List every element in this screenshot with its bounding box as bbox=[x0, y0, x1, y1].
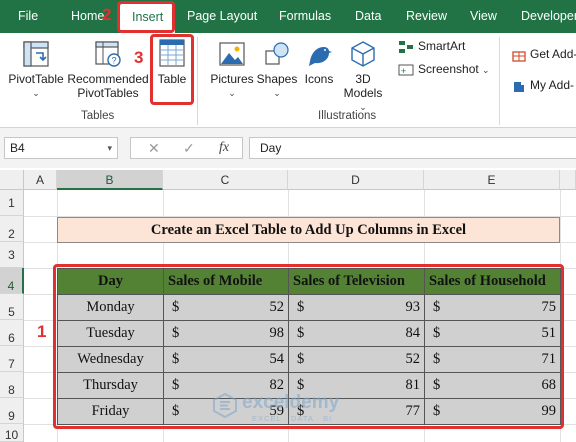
illustrations-group-label: Illustrations bbox=[318, 110, 377, 122]
chevron-down-icon[interactable]: ▾ bbox=[107, 138, 112, 158]
tab-home[interactable]: Home bbox=[71, 0, 104, 33]
tab-developer[interactable]: Developer bbox=[521, 0, 576, 33]
group-divider bbox=[499, 37, 500, 125]
smartart-button[interactable]: SmartArt bbox=[398, 39, 465, 54]
my-addins-button[interactable]: My Add- bbox=[512, 78, 574, 93]
tab-file[interactable]: File bbox=[18, 0, 38, 33]
icons-button[interactable]: Icons bbox=[300, 39, 338, 86]
pivot-table-icon bbox=[23, 41, 49, 67]
column-header-f[interactable] bbox=[560, 170, 576, 190]
cube-icon bbox=[351, 41, 375, 67]
store-icon bbox=[512, 51, 526, 62]
svg-text:?: ? bbox=[112, 56, 117, 66]
step-1-badge: 1 bbox=[37, 322, 47, 341]
row-header-10[interactable]: 10 bbox=[0, 424, 24, 442]
pictures-button[interactable]: Pictures ⌄ bbox=[208, 39, 256, 100]
shapes-button[interactable]: Shapes ⌄ bbox=[256, 39, 298, 100]
recommended-label-line1: Recommended bbox=[67, 72, 149, 86]
tab-page-layout[interactable]: Page Layout bbox=[187, 0, 257, 33]
3d-models-button[interactable]: 3D Models ⌄ bbox=[340, 39, 386, 114]
column-header-b[interactable]: B bbox=[57, 170, 163, 190]
group-divider bbox=[197, 37, 198, 125]
column-header-c[interactable]: C bbox=[163, 170, 288, 190]
addins-icon bbox=[514, 81, 524, 92]
select-all-corner[interactable] bbox=[0, 170, 24, 190]
tab-review[interactable]: Review bbox=[406, 0, 447, 33]
tab-data[interactable]: Data bbox=[355, 0, 381, 33]
row-header-6[interactable]: 6 bbox=[0, 320, 24, 346]
tab-formulas[interactable]: Formulas bbox=[279, 0, 331, 33]
step-3-badge: 3 bbox=[134, 48, 144, 67]
row-header-9[interactable]: 9 bbox=[0, 398, 24, 424]
picture-icon bbox=[219, 42, 245, 66]
pivot-table-button[interactable]: PivotTable ⌄ bbox=[6, 39, 66, 100]
insert-function-icon[interactable]: fx bbox=[219, 140, 229, 156]
tables-group-label: Tables bbox=[81, 110, 115, 122]
formula-controls: ✕ ✓ fx bbox=[130, 137, 243, 159]
chevron-down-icon: ⌄ bbox=[273, 88, 281, 98]
formula-input[interactable]: Day bbox=[249, 137, 576, 159]
name-box-value: B4 bbox=[10, 141, 25, 155]
row-header-7[interactable]: 7 bbox=[0, 346, 24, 372]
pictures-label: Pictures bbox=[210, 72, 254, 86]
shapes-icon bbox=[265, 42, 289, 65]
row-header-2[interactable]: 2 bbox=[0, 216, 24, 242]
step-2-badge: 2 bbox=[102, 5, 112, 24]
screenshot-icon: + bbox=[398, 64, 414, 76]
recommended-pivot-icon: ? bbox=[95, 41, 121, 67]
get-addins-button[interactable]: Get Add- bbox=[512, 47, 576, 62]
tab-view[interactable]: View bbox=[470, 0, 497, 33]
bird-icon bbox=[309, 47, 332, 66]
insert-tab-highlight bbox=[117, 1, 175, 33]
smartart-icon bbox=[399, 40, 413, 53]
ribbon-insert-panel: PivotTable ⌄ ? Recommended PivotTables T… bbox=[0, 33, 576, 128]
svg-text:+: + bbox=[401, 66, 406, 76]
pivot-table-label: PivotTable bbox=[8, 72, 64, 86]
ribbon-tab-bar: File Home Insert Page Layout Formulas Da… bbox=[0, 0, 576, 33]
sheet-title-cell[interactable]: Create an Excel Table to Add Up Columns … bbox=[57, 217, 560, 243]
shapes-label: Shapes bbox=[256, 72, 298, 86]
3d-models-label-line1: 3D bbox=[355, 72, 371, 86]
chevron-down-icon: ⌄ bbox=[482, 65, 490, 75]
row-header-3[interactable]: 3 bbox=[0, 242, 24, 268]
formula-bar: B4 ▾ ✕ ✓ fx Day bbox=[0, 128, 576, 168]
row-header-1[interactable]: 1 bbox=[0, 190, 24, 216]
cancel-icon[interactable]: ✕ bbox=[148, 140, 160, 157]
recommended-label-line2: PivotTables bbox=[77, 86, 139, 100]
row-header-5[interactable]: 5 bbox=[0, 294, 24, 320]
enter-icon[interactable]: ✓ bbox=[183, 140, 195, 157]
smartart-label: SmartArt bbox=[418, 39, 466, 53]
data-range-highlight bbox=[53, 264, 564, 429]
3d-models-label-line2: Models bbox=[343, 86, 383, 100]
chevron-down-icon: ⌄ bbox=[32, 88, 40, 98]
column-header-d[interactable]: D bbox=[288, 170, 424, 190]
chevron-down-icon: ⌄ bbox=[228, 88, 236, 98]
icons-label: Icons bbox=[304, 72, 334, 86]
row-header-8[interactable]: 8 bbox=[0, 372, 24, 398]
name-box[interactable]: B4 ▾ bbox=[4, 137, 118, 159]
row-header-4[interactable]: 4 bbox=[0, 268, 24, 294]
screenshot-button[interactable]: + Screenshot ⌄ bbox=[398, 62, 490, 77]
column-header-a[interactable]: A bbox=[24, 170, 57, 190]
my-addins-label: My Add- bbox=[530, 78, 575, 92]
get-addins-label: Get Add- bbox=[530, 47, 576, 61]
screenshot-label: Screenshot bbox=[418, 62, 479, 76]
column-header-e[interactable]: E bbox=[424, 170, 560, 190]
table-button-highlight bbox=[150, 34, 194, 105]
